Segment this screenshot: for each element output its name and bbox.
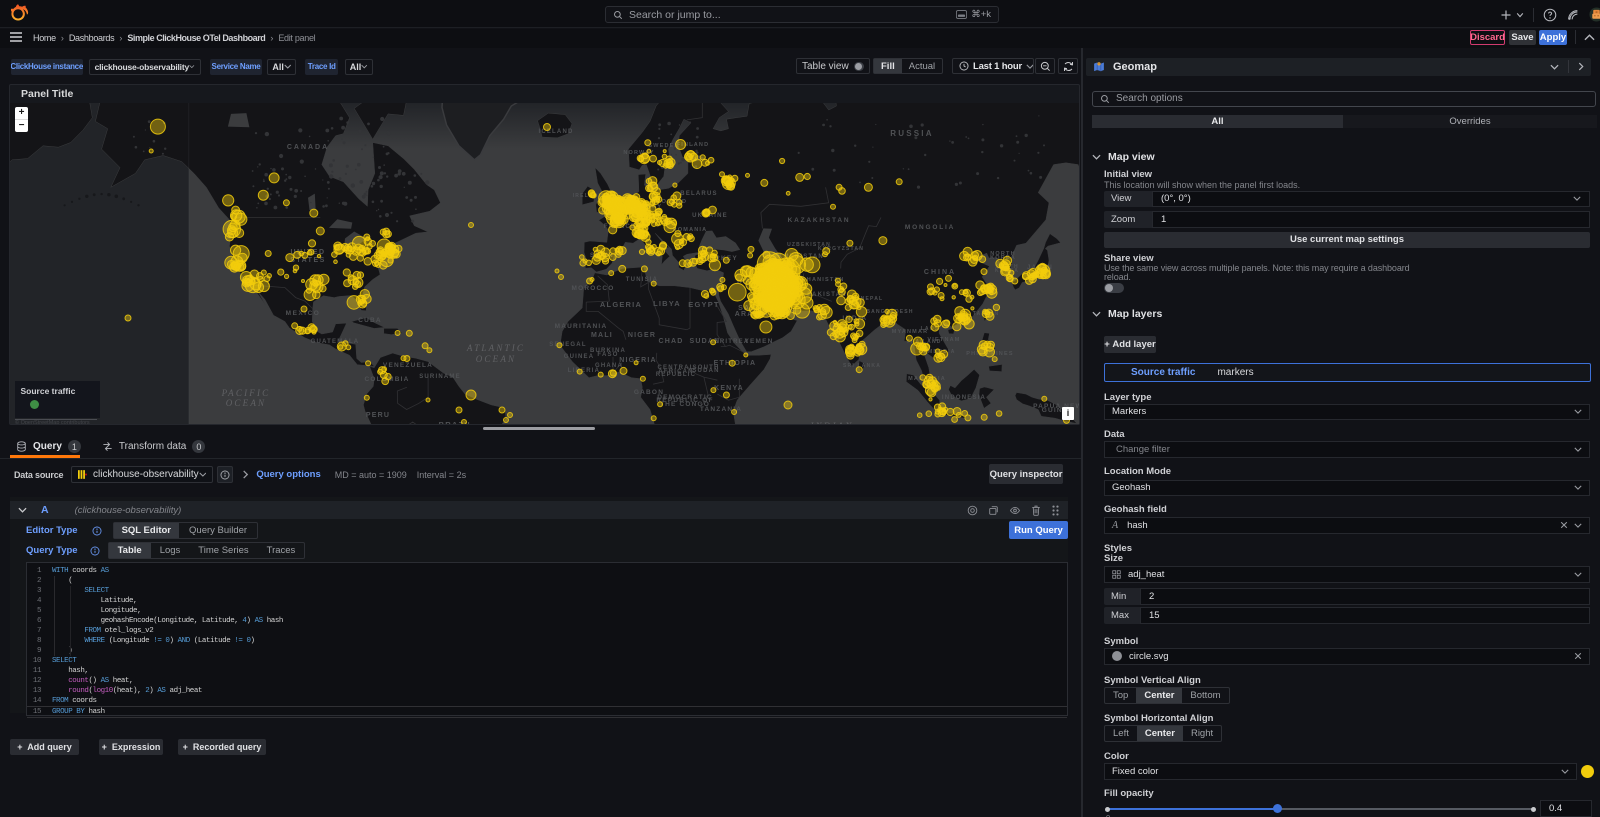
svg-text:PERU: PERU [366,412,390,419]
svg-text:INDONESIA: INDONESIA [942,395,986,401]
svg-text:MOROCCO: MOROCCO [571,285,614,292]
svg-text:FASO: FASO [597,352,618,358]
svg-text:VENEZUELA: VENEZUELA [383,362,433,369]
svg-text:CHINA: CHINA [924,269,956,276]
svg-text:MALI: MALI [591,332,613,339]
svg-text:YEMEN: YEMEN [744,338,773,345]
svg-text:LIBERIA: LIBERIA [568,368,600,374]
svg-text:LIBYA: LIBYA [653,299,681,308]
svg-text:KAZAKHSTAN: KAZAKHSTAN [788,217,851,224]
svg-text:CANADA: CANADA [287,144,329,151]
svg-text:SUDAN: SUDAN [692,368,719,374]
svg-text:KENYA: KENYA [714,385,744,392]
svg-text:REPUBLIC: REPUBLIC [656,372,696,378]
svg-text:BRAZIL: BRAZIL [439,420,474,424]
svg-text:GUINEA: GUINEA [564,354,595,360]
svg-text:ATLANTIC: ATLANTIC [466,343,525,353]
svg-text:EGYPT: EGYPT [688,300,719,309]
svg-text:RUSSIA: RUSSIA [890,129,933,138]
svg-text:CUBA: CUBA [358,317,382,324]
svg-text:VIETNAM: VIETNAM [927,337,960,343]
svg-text:MAURITANIA: MAURITANIA [555,323,608,330]
svg-text:ICELAND: ICELAND [538,129,573,135]
svg-text:UZBEKISTAN: UZBEKISTAN [787,242,831,248]
svg-text:MONGOLIA: MONGOLIA [905,224,955,231]
svg-text:SURINAME: SURINAME [419,374,461,380]
svg-text:BELARUS: BELARUS [680,191,717,197]
svg-text:CHAD: CHAD [658,338,683,345]
svg-text:ALGERIA: ALGERIA [600,300,642,309]
svg-text:INDIAN: INDIAN [809,421,853,424]
svg-text:OCEAN: OCEAN [476,354,517,364]
svg-text:PACIFIC: PACIFIC [221,388,271,398]
svg-text:NIGER: NIGER [628,332,656,339]
svg-text:SWEDEN: SWEDEN [648,143,679,149]
svg-text:OCEAN: OCEAN [226,398,267,408]
svg-text:SENEGAL: SENEGAL [549,342,586,348]
svg-text:GUATEMALA: GUATEMALA [311,339,360,345]
